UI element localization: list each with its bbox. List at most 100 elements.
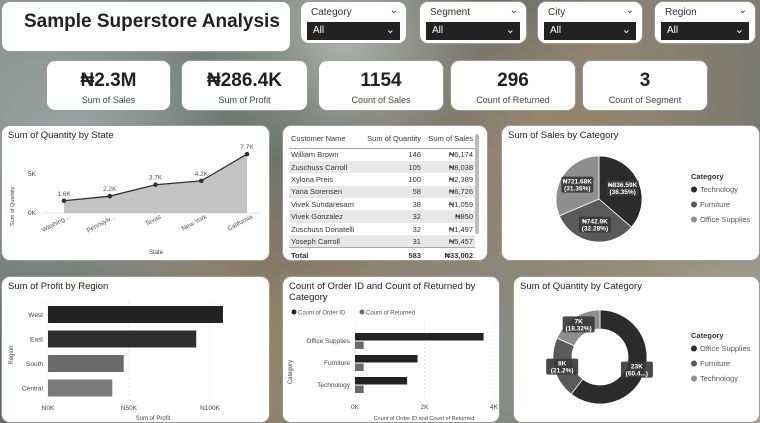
legend-item[interactable]: Furniture (700, 200, 730, 209)
slicer-region-dropdown[interactable]: All ⌄ (661, 22, 749, 40)
total-sales: ₦33,002 (422, 247, 475, 260)
bar[interactable] (355, 341, 364, 350)
bar[interactable] (355, 333, 484, 341)
slicer-segment-value: All (432, 25, 444, 36)
column-header-sales[interactable]: Sum of Sales (422, 132, 475, 149)
slicer-category[interactable]: Category ⌄ All ⌄ (300, 1, 407, 44)
bar[interactable] (48, 379, 113, 397)
kpi-value: 296 (497, 70, 529, 91)
legend-item[interactable]: Furniture (700, 359, 730, 368)
dropdown-arrow-icon[interactable]: ⌄ (735, 23, 744, 36)
dashboard-title: Sample Superstore Analysis (24, 11, 280, 32)
table-cell: 58 (361, 185, 423, 199)
y-tick-label: South (26, 361, 43, 368)
legend-item[interactable]: Office Supplies (700, 344, 751, 353)
kpi-label: Count of Segment (608, 95, 682, 105)
data-point[interactable] (153, 182, 158, 188)
y-tick-label: Office Supplies (306, 338, 350, 345)
column-header-quantity[interactable]: Sum of Quantity (361, 132, 423, 149)
total-label: Total (289, 247, 362, 260)
data-point[interactable] (244, 151, 250, 157)
legend-marker (691, 375, 697, 382)
dropdown-arrow-icon[interactable]: ⌄ (506, 23, 515, 36)
table-row[interactable]: Yana Sorensen 58 ₦6,726 (289, 185, 475, 199)
kpi-label: Count of Returned (476, 95, 550, 105)
kpi-card-count-sales: 1154 Count of Sales (318, 60, 444, 111)
table-cell: ₦8,038 (422, 160, 475, 174)
chevron-down-icon[interactable]: ⌄ (739, 5, 747, 16)
legend-marker (691, 360, 697, 367)
slicer-category-dropdown[interactable]: All ⌄ (307, 22, 400, 40)
bar[interactable] (48, 330, 197, 348)
chevron-down-icon[interactable]: ⌄ (626, 5, 634, 16)
y-tick-label: West (28, 312, 43, 319)
legend-item[interactable]: Technology (700, 185, 738, 194)
chevron-down-icon[interactable]: ⌄ (510, 5, 518, 16)
slicer-category-label: Category (311, 7, 352, 18)
slice-label-pct: (36.35%) (609, 189, 635, 196)
slicer-segment-dropdown[interactable]: All ⌄ (426, 22, 520, 40)
legend-marker (359, 309, 365, 315)
legend-item[interactable]: Count of Returned (366, 311, 415, 317)
y-tick-label: East (30, 337, 43, 344)
table-cell: Xylona Preis (291, 174, 334, 184)
table-row[interactable]: Vivek Gonzalez 32 ₦850 (289, 210, 475, 223)
bar[interactable] (355, 355, 418, 363)
data-point[interactable] (61, 198, 67, 204)
customer-table: Customer Name Sum of Quantity Sum of Sal… (289, 132, 475, 260)
order-returned-chart[interactable]: Count of Order ID and Count of Returned … (282, 276, 500, 423)
kpi-value: 3 (639, 70, 651, 91)
slicer-city[interactable]: City ⌄ All ⌄ (537, 1, 643, 44)
axis-label-x: Count of Order ID and Count of Returned (374, 416, 475, 422)
slicer-city-dropdown[interactable]: All ⌄ (544, 22, 636, 40)
table-row[interactable]: Zuschuss Donatelli 32 ₦1,497 (289, 223, 475, 235)
legend-item[interactable]: Count of Order ID (298, 311, 346, 317)
y-tick-label: Technology (317, 382, 351, 389)
data-point[interactable] (107, 193, 113, 199)
title-card: Sample Superstore Analysis (1, 1, 291, 52)
slice-label-value: 8K (558, 361, 567, 368)
slicer-city-label: City (548, 7, 566, 18)
table-cell: ₦2,389 (448, 174, 473, 184)
y-tick-label: 0K (28, 210, 37, 217)
table-row[interactable]: Vivek Sundaresam 38 ₦1,059 (289, 198, 475, 210)
column-header-customer[interactable]: Customer Name (289, 132, 362, 149)
table-scrollbar[interactable] (475, 134, 479, 234)
data-point[interactable] (198, 178, 204, 184)
bar[interactable] (355, 363, 364, 372)
sales-category-chart[interactable]: Sum of Sales by Category ₦836.59K (36.35%… (501, 125, 760, 261)
qty-category-chart[interactable]: Sum of Quantity by Category 23K (60.4...)… (513, 276, 760, 423)
profit-region-chart[interactable]: Sum of Profit by Region Region Sum of Pr… (1, 276, 270, 423)
x-tick-label: 2K (421, 404, 430, 411)
legend-item[interactable]: Technology (700, 374, 738, 383)
kpi-card-sales: ₦2.3M Sum of Sales (46, 60, 171, 111)
customer-table-card[interactable]: Customer Name Sum of Quantity Sum of Sal… (282, 125, 488, 261)
slicer-region[interactable]: Region ⌄ All ⌄ (654, 1, 756, 44)
slicer-segment-label: Segment (430, 7, 471, 18)
legend-item[interactable]: Office Supplies (700, 215, 751, 224)
bar[interactable] (48, 306, 223, 323)
dropdown-arrow-icon[interactable]: ⌄ (386, 23, 395, 36)
chevron-down-icon[interactable]: ⌄ (390, 5, 398, 16)
bar[interactable] (355, 377, 408, 385)
bar[interactable] (48, 355, 124, 372)
slice-label-pct: (31.36%) (564, 186, 590, 193)
slicer-category-value: All (313, 25, 325, 36)
bar[interactable] (355, 385, 364, 394)
table-row[interactable]: Yoseph Carroll 31 ₦5,457 (289, 235, 475, 248)
legend-marker (691, 345, 697, 352)
table-row[interactable]: Zuschuss Carroll 105 ₦8,038 (289, 160, 475, 174)
x-tick-label: N0K (42, 405, 55, 412)
table-row[interactable]: William Brown 146 ₦6,174 (289, 149, 475, 161)
slice-label: ₦742.9K(32.28%) (578, 216, 611, 233)
x-tick-label: New York (181, 213, 209, 232)
slicer-segment[interactable]: Segment ⌄ All ⌄ (419, 1, 527, 44)
slice-label-value: ₦721.68K (563, 179, 593, 186)
axis-label-y: Region (9, 345, 15, 364)
dropdown-arrow-icon[interactable]: ⌄ (622, 23, 631, 36)
qty-state-chart[interactable]: Sum of Quantity by State Sum of Quantity… (1, 125, 270, 261)
data-label: 1.6K (57, 191, 71, 198)
table-row[interactable]: Xylona Preis 100 ₦2,389 (289, 173, 475, 185)
data-label: 3.7K (149, 175, 163, 182)
table-cell: 38 (412, 199, 421, 209)
